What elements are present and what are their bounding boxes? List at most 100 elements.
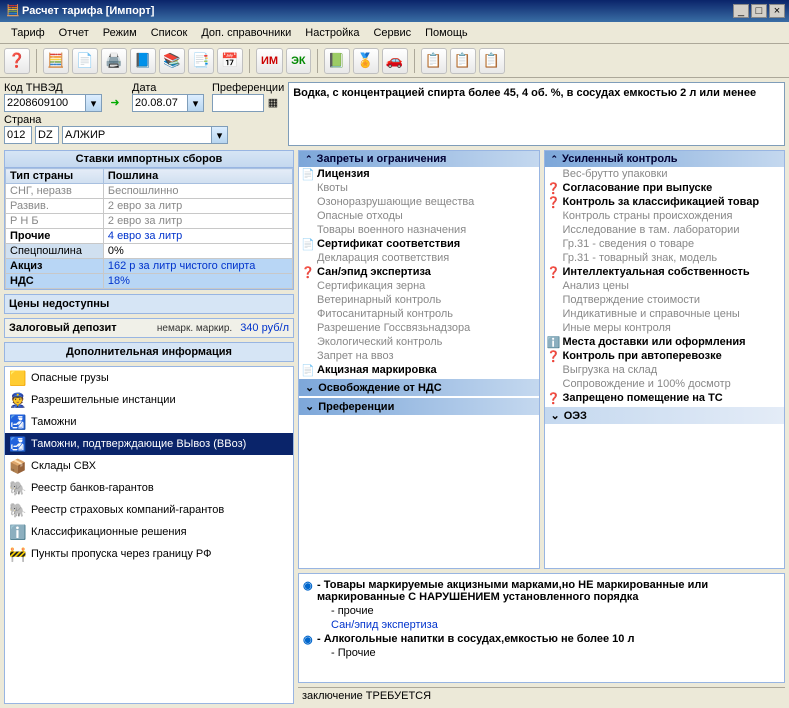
extra-item[interactable]: 👮Разрешительные инстанции [5,389,293,411]
print-icon[interactable]: 🖨️ [101,48,127,74]
control-col: ⌃Усиленный контрольВес-брутто упаковки❓С… [544,150,786,569]
pref-input[interactable] [212,94,264,112]
restriction-item[interactable]: Сопровождение и 100% досмотр [545,377,785,391]
im-button[interactable]: ИМ [256,48,283,74]
country-code1-input[interactable] [4,126,32,144]
extra-item[interactable]: 🐘Реестр банков-гарантов [5,477,293,499]
close-button[interactable]: × [769,4,785,18]
extra-item[interactable]: 🛃Таможни [5,411,293,433]
restriction-item[interactable]: Запрет на ввоз [299,349,539,363]
menu-settings[interactable]: Настройка [298,27,366,39]
help-icon[interactable]: ❓ [4,48,30,74]
date-dropdown[interactable]: ▾ [188,94,204,112]
item-icon: ❓ [547,266,561,279]
sub-header[interactable]: ⌄ОЭЗ [545,407,785,424]
restriction-item[interactable]: Ветеринарный контроль [299,293,539,307]
restriction-item[interactable]: ℹ️Места доставки или оформления [545,335,785,349]
restriction-item[interactable]: ❓Контроль при автоперевозке [545,349,785,363]
restriction-item[interactable]: Товары военного назначения [299,223,539,237]
restriction-item[interactable]: Подтверждение стоимости [545,293,785,307]
country-dropdown[interactable]: ▾ [212,126,228,144]
restriction-item[interactable]: Квоты [299,181,539,195]
menu-refs[interactable]: Доп. справочники [194,27,298,39]
country-code2-input[interactable] [35,126,59,144]
book-icon[interactable]: 📘 [130,48,156,74]
app-icon: 🧮 [4,2,22,20]
doc-icon[interactable]: 📄 [72,48,98,74]
restriction-item[interactable]: ❓Согласование при выпуске [545,181,785,195]
restriction-item[interactable]: Сертификация зерна [299,279,539,293]
calendar-icon[interactable]: 📅 [217,48,243,74]
restriction-item[interactable]: Гр.31 - товарный знак, модель [545,251,785,265]
extra-item[interactable]: 🐘Реестр страховых компаний-гарантов [5,499,293,521]
pref-grid-icon[interactable]: ▦ [264,94,282,112]
restriction-item[interactable]: Анализ цены [545,279,785,293]
restriction-item[interactable]: Разрешение Госсвязьнадзора [299,321,539,335]
spec-val: 0% [103,244,292,259]
calc-icon[interactable]: 🧮 [43,48,69,74]
extra-item[interactable]: 📦Склады СВХ [5,455,293,477]
section-header[interactable]: ⌃Усиленный контроль [545,151,785,167]
restriction-item[interactable]: Исследование в там. лаборатории [545,223,785,237]
extra-item-label: Таможни [31,416,76,428]
stack-icon[interactable]: 📑 [188,48,214,74]
sub-header[interactable]: ⌄Преференции [299,398,539,415]
restriction-item[interactable]: ❓Запрещено помещение на ТС [545,391,785,405]
extra-item-label: Разрешительные инстанции [31,394,176,406]
restriction-item[interactable]: Индикативные и справочные цены [545,307,785,321]
extra-item[interactable]: ℹ️Классификационные решения [5,521,293,543]
menu-list[interactable]: Список [144,27,195,39]
section-header[interactable]: ⌃Запреты и ограничения [299,151,539,167]
restriction-item[interactable]: 📄Лицензия [299,167,539,181]
extra-title: Дополнительная информация [4,342,294,362]
detail-line: ◉- Товары маркируемые акцизными марками,… [303,578,780,604]
restriction-item[interactable]: ❓Интеллектуальная собственность [545,265,785,279]
restriction-item[interactable]: Иные меры контроля [545,321,785,335]
extra-item[interactable]: 🟨Опасные грузы [5,367,293,389]
restriction-item[interactable]: ❓Контроль за классификацией товар [545,195,785,209]
nds-val: 18% [103,274,292,289]
menu-help[interactable]: Помощь [418,27,475,39]
maximize-button[interactable]: □ [751,4,767,18]
item-icon: 📄 [301,364,315,377]
list1-icon[interactable]: 📋 [421,48,447,74]
code-input[interactable] [4,94,86,112]
restriction-item[interactable]: 📄Сертификат соответствия [299,237,539,251]
car-icon[interactable]: 🚗 [382,48,408,74]
minimize-button[interactable]: _ [733,4,749,18]
restriction-item[interactable]: Декларация соответствия [299,251,539,265]
sub-header[interactable]: ⌄Освобождение от НДС [299,379,539,396]
extra-item[interactable]: 🚧Пункты пропуска через границу РФ [5,543,293,565]
country-name-input[interactable] [62,126,212,144]
list2-icon[interactable]: 📋 [450,48,476,74]
rates-title: Ставки импортных сборов [5,151,293,168]
restriction-item[interactable]: Выгрузка на склад [545,363,785,377]
date-input[interactable] [132,94,188,112]
code-dropdown[interactable]: ▾ [86,94,102,112]
rates-r2-v: 2 евро за литр [103,214,292,229]
menu-tariff[interactable]: Тариф [4,27,52,39]
restriction-item[interactable]: Гр.31 - сведения о товаре [545,237,785,251]
book2-icon[interactable]: 📗 [324,48,350,74]
detail-line: ◉- Алкогольные напитки в сосудах,емкость… [303,632,780,646]
restriction-item[interactable]: Озоноразрушающие вещества [299,195,539,209]
restriction-item[interactable]: Опасные отходы [299,209,539,223]
restriction-item[interactable]: Вес-брутто упаковки [545,167,785,181]
extra-item[interactable]: 🛃Таможни, подтверждающие ВЫвоз (ВВоз) [5,433,293,455]
description-box: Водка, с концентрацией спирта более 45, … [288,82,785,146]
ek-button[interactable]: ЭК [286,48,311,74]
books-icon[interactable]: 📚 [159,48,185,74]
award-icon[interactable]: 🏅 [353,48,379,74]
list3-icon[interactable]: 📋 [479,48,505,74]
menu-mode[interactable]: Режим [96,27,144,39]
detail-line: Сан/эпид экспертиза [303,618,780,632]
menu-service[interactable]: Сервис [366,27,418,39]
restriction-item[interactable]: Контроль страны происхождения [545,209,785,223]
pref-label: Преференции [212,82,284,94]
restriction-item[interactable]: Фитосанитарный контроль [299,307,539,321]
restriction-item[interactable]: ❓Сан/эпид экспертиза [299,265,539,279]
restriction-item[interactable]: Экологический контроль [299,335,539,349]
bullet-icon: ◉ [303,633,313,646]
menu-report[interactable]: Отчет [52,27,96,39]
restriction-item[interactable]: 📄Акцизная маркировка [299,363,539,377]
